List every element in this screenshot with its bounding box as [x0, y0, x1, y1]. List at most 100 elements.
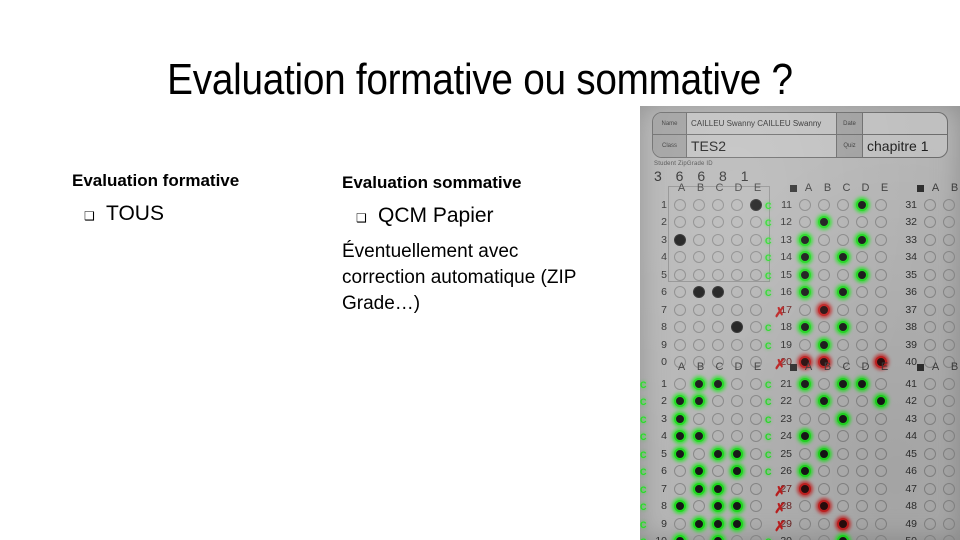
answer-bubble-cell[interactable]	[814, 465, 833, 478]
answer-bubble-cell[interactable]	[871, 268, 890, 281]
answer-bubble-b[interactable]	[692, 482, 705, 495]
answer-bubble-b[interactable]	[692, 338, 705, 351]
answer-bubble-cell[interactable]	[852, 482, 871, 495]
answer-bubble-a[interactable]	[798, 430, 811, 443]
answer-bubble-cell[interactable]	[727, 500, 746, 513]
answer-bubble-b[interactable]	[692, 412, 705, 425]
answer-bubble-d[interactable]	[730, 465, 743, 478]
answer-bubble-c[interactable]	[711, 535, 724, 540]
answer-bubble-cell[interactable]	[871, 198, 890, 211]
answer-bubble-d[interactable]	[855, 233, 868, 246]
answer-bubble-cell[interactable]	[708, 412, 727, 425]
answer-bubble-cell[interactable]	[939, 268, 958, 281]
answer-bubble-e[interactable]	[749, 198, 762, 211]
answer-bubble-d[interactable]	[855, 338, 868, 351]
answer-bubble-cell[interactable]	[689, 500, 708, 513]
answer-bubble-cell[interactable]	[833, 447, 852, 460]
answer-bubble-d[interactable]	[730, 251, 743, 264]
answer-bubble-cell[interactable]	[871, 395, 890, 408]
answer-bubble-d[interactable]	[730, 395, 743, 408]
answer-bubble-e[interactable]	[749, 321, 762, 334]
answer-bubble-a[interactable]	[673, 268, 686, 281]
answer-bubble-cell[interactable]	[689, 517, 708, 530]
answer-bubble-b[interactable]	[817, 216, 830, 229]
answer-bubble-e[interactable]	[749, 412, 762, 425]
answer-bubble-cell[interactable]	[814, 198, 833, 211]
answer-bubble-cell[interactable]	[670, 447, 689, 460]
answer-bubble-b[interactable]	[817, 535, 830, 540]
answer-bubble-b[interactable]	[692, 517, 705, 530]
answer-bubble-cell[interactable]	[920, 447, 939, 460]
answer-bubble-c[interactable]	[836, 395, 849, 408]
answer-bubble-cell[interactable]	[814, 535, 833, 540]
answer-bubble-a[interactable]	[923, 535, 936, 540]
answer-bubble-e[interactable]	[874, 412, 887, 425]
answer-bubble-cell[interactable]	[852, 465, 871, 478]
answer-bubble-b[interactable]	[942, 430, 955, 443]
answer-bubble-cell[interactable]	[814, 233, 833, 246]
answer-bubble-cell[interactable]	[920, 338, 939, 351]
answer-bubble-cell[interactable]	[746, 268, 765, 281]
answer-bubble-cell[interactable]	[670, 233, 689, 246]
answer-bubble-cell[interactable]	[939, 321, 958, 334]
answer-bubble-cell[interactable]	[871, 286, 890, 299]
answer-bubble-cell[interactable]	[920, 251, 939, 264]
answer-bubble-cell[interactable]	[727, 251, 746, 264]
answer-bubble-cell[interactable]	[833, 251, 852, 264]
answer-bubble-cell[interactable]	[670, 517, 689, 530]
answer-bubble-cell[interactable]	[727, 286, 746, 299]
answer-bubble-cell[interactable]	[795, 395, 814, 408]
answer-bubble-cell[interactable]	[689, 286, 708, 299]
answer-bubble-cell[interactable]	[833, 377, 852, 390]
answer-bubble-cell[interactable]	[939, 216, 958, 229]
answer-bubble-cell[interactable]	[795, 377, 814, 390]
answer-bubble-e[interactable]	[749, 251, 762, 264]
answer-bubble-e[interactable]	[749, 395, 762, 408]
answer-bubble-cell[interactable]	[689, 251, 708, 264]
answer-bubble-b[interactable]	[692, 251, 705, 264]
answer-bubble-a[interactable]	[798, 482, 811, 495]
answer-bubble-c[interactable]	[836, 447, 849, 460]
answer-bubble-cell[interactable]	[727, 465, 746, 478]
answer-bubble-b[interactable]	[692, 395, 705, 408]
answer-bubble-b[interactable]	[817, 338, 830, 351]
answer-bubble-c[interactable]	[711, 465, 724, 478]
answer-bubble-a[interactable]	[673, 321, 686, 334]
answer-bubble-cell[interactable]	[670, 465, 689, 478]
answer-bubble-cell[interactable]	[689, 216, 708, 229]
answer-bubble-e[interactable]	[749, 535, 762, 540]
answer-bubble-cell[interactable]	[939, 251, 958, 264]
answer-bubble-e[interactable]	[749, 303, 762, 316]
answer-bubble-d[interactable]	[855, 482, 868, 495]
answer-bubble-c[interactable]	[711, 447, 724, 460]
answer-bubble-b[interactable]	[942, 321, 955, 334]
answer-bubble-c[interactable]	[711, 286, 724, 299]
answer-bubble-d[interactable]	[730, 535, 743, 540]
answer-bubble-d[interactable]	[730, 482, 743, 495]
answer-bubble-b[interactable]	[942, 216, 955, 229]
answer-bubble-cell[interactable]	[939, 517, 958, 530]
answer-bubble-d[interactable]	[855, 216, 868, 229]
answer-bubble-e[interactable]	[874, 395, 887, 408]
answer-bubble-cell[interactable]	[746, 286, 765, 299]
answer-bubble-a[interactable]	[673, 482, 686, 495]
answer-bubble-b[interactable]	[817, 465, 830, 478]
answer-bubble-cell[interactable]	[727, 517, 746, 530]
answer-bubble-cell[interactable]	[871, 535, 890, 540]
answer-bubble-a[interactable]	[673, 303, 686, 316]
answer-bubble-cell[interactable]	[871, 500, 890, 513]
answer-bubble-cell[interactable]	[689, 465, 708, 478]
answer-bubble-e[interactable]	[874, 286, 887, 299]
answer-bubble-cell[interactable]	[920, 535, 939, 540]
answer-bubble-a[interactable]	[923, 412, 936, 425]
answer-bubble-cell[interactable]	[689, 268, 708, 281]
answer-bubble-c[interactable]	[711, 233, 724, 246]
answer-bubble-cell[interactable]	[920, 198, 939, 211]
answer-bubble-cell[interactable]	[871, 321, 890, 334]
answer-bubble-cell[interactable]	[814, 447, 833, 460]
answer-bubble-cell[interactable]	[871, 517, 890, 530]
answer-bubble-cell[interactable]	[689, 412, 708, 425]
answer-bubble-cell[interactable]	[689, 377, 708, 390]
answer-bubble-c[interactable]	[711, 198, 724, 211]
answer-bubble-cell[interactable]	[833, 198, 852, 211]
